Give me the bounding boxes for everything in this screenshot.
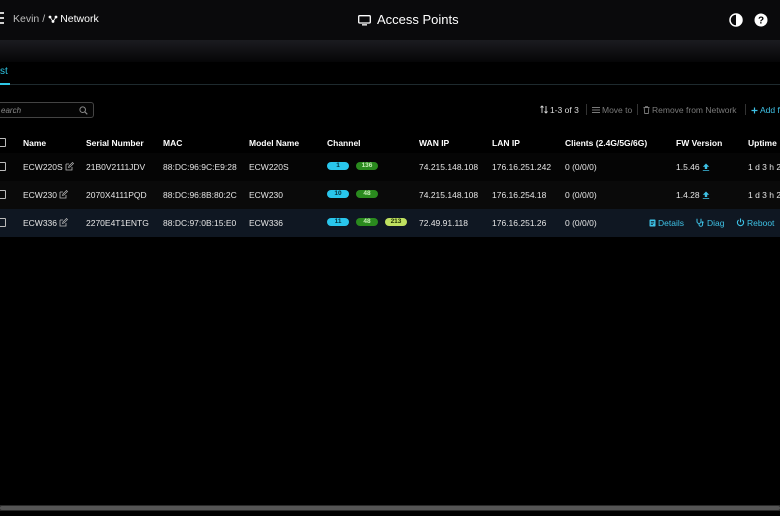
clients-count: 0 (0/0/0) bbox=[565, 218, 597, 228]
mac-address: 88:DC:96:8B:80:2C bbox=[163, 190, 237, 200]
top-bar: Kevin / Network Access Points ? bbox=[0, 0, 780, 40]
remove-from-network-button[interactable]: Remove from Network bbox=[643, 105, 737, 115]
column-header-channel[interactable]: Channel bbox=[327, 138, 361, 148]
model-name: ECW230 bbox=[249, 190, 284, 200]
channel-2g-badge: 11 bbox=[327, 218, 349, 226]
network-icon bbox=[48, 15, 58, 23]
serial-number: 21B0V2111JDV bbox=[86, 162, 146, 172]
breadcrumb-site[interactable]: Kevin bbox=[13, 13, 39, 25]
row-checkbox[interactable] bbox=[0, 162, 6, 171]
list-icon bbox=[592, 107, 600, 113]
plus-icon bbox=[751, 107, 758, 114]
uptime: 1 d 3 h 2 bbox=[748, 190, 780, 200]
column-header-wan-ip[interactable]: WAN IP bbox=[419, 138, 449, 148]
svg-text:?: ? bbox=[758, 16, 764, 27]
model-name: ECW220S bbox=[249, 162, 289, 172]
reboot-label: Reboot bbox=[747, 218, 775, 228]
select-all-checkbox[interactable] bbox=[0, 138, 6, 147]
edit-icon[interactable] bbox=[59, 190, 69, 200]
device-name: ECW336 bbox=[23, 218, 69, 228]
upgrade-icon[interactable] bbox=[702, 162, 710, 172]
sort-count[interactable]: 1-3 of 3 bbox=[540, 105, 579, 115]
wan-ip: 74.215.148.108 bbox=[419, 162, 479, 172]
details-icon bbox=[649, 219, 656, 227]
help-icon[interactable]: ? bbox=[754, 13, 768, 27]
lan-ip: 176.16.254.18 bbox=[492, 190, 547, 200]
column-header-uptime[interactable]: Uptime bbox=[748, 138, 777, 148]
uptime: 1 d 3 h 2 bbox=[748, 162, 780, 172]
serial-number: 2070X4111PQD bbox=[86, 190, 147, 200]
channel-5g-badge: 136 bbox=[356, 162, 378, 170]
reboot-button[interactable]: Reboot bbox=[736, 218, 774, 228]
channel-2g-badge: 1 bbox=[327, 162, 349, 170]
column-header-lan-ip[interactable]: LAN IP bbox=[492, 138, 520, 148]
page-title: Access Points bbox=[358, 12, 459, 27]
device-name: ECW220S bbox=[23, 162, 75, 172]
search-icon bbox=[79, 106, 88, 115]
channel-6g-badge: 213 bbox=[385, 218, 407, 226]
sort-icon bbox=[540, 105, 548, 114]
table-row[interactable]: ECW336 2270E4T1ENTG 88:DC:97:0B:15:E0 EC… bbox=[0, 209, 780, 237]
clients-count: 0 (0/0/0) bbox=[565, 190, 597, 200]
channel-5g-badge: 48 bbox=[356, 190, 378, 198]
edit-icon[interactable] bbox=[59, 218, 69, 228]
fw-version: 1.4.28 bbox=[676, 190, 710, 200]
breadcrumb-separator: / bbox=[42, 13, 46, 25]
trash-icon bbox=[643, 106, 650, 114]
remove-label: Remove from Network bbox=[652, 105, 737, 115]
mac-address: 88:DC:97:0B:15:E0 bbox=[163, 218, 237, 228]
device-name: ECW230 bbox=[23, 190, 69, 200]
mac-address: 88:DC:96:9C:E9:28 bbox=[163, 162, 237, 172]
channel-5g-badge: 48 bbox=[356, 218, 378, 226]
row-checkbox[interactable] bbox=[0, 218, 6, 227]
horizontal-scrollbar[interactable] bbox=[0, 505, 780, 511]
column-header-model[interactable]: Model Name bbox=[249, 138, 299, 148]
tab-divider bbox=[0, 83, 780, 85]
upgrade-icon[interactable] bbox=[702, 190, 710, 200]
breadcrumb: Kevin / Network bbox=[13, 13, 99, 25]
toolbar-divider bbox=[637, 104, 638, 115]
lan-ip: 176.16.251.242 bbox=[492, 162, 552, 172]
column-header-serial[interactable]: Serial Number bbox=[86, 138, 144, 148]
breadcrumb-network[interactable]: Network bbox=[60, 13, 99, 25]
menu-icon[interactable] bbox=[0, 12, 4, 24]
toolbar-divider bbox=[745, 104, 746, 115]
table-row[interactable]: ECW220S 21B0V2111JDV 88:DC:96:9C:E9:28 E… bbox=[0, 153, 780, 181]
edit-icon[interactable] bbox=[65, 162, 75, 172]
stethoscope-icon bbox=[696, 218, 704, 227]
table-row[interactable]: ECW230 2070X4111PQD 88:DC:96:8B:80:2C EC… bbox=[0, 181, 780, 209]
wan-ip: 72.49.91.118 bbox=[419, 218, 468, 228]
search-placeholder: earch bbox=[1, 106, 22, 115]
add-label: Add f bbox=[760, 105, 780, 115]
search-input[interactable]: earch bbox=[0, 102, 94, 118]
lan-ip: 176.16.251.26 bbox=[492, 218, 547, 228]
channel-2g-badge: 10 bbox=[327, 190, 349, 198]
diag-label: Diag bbox=[707, 218, 725, 228]
move-to-label: Move to bbox=[602, 105, 633, 115]
details-label: Details bbox=[658, 218, 684, 228]
add-button[interactable]: Add f bbox=[751, 105, 780, 115]
wan-ip: 74.215.148.108 bbox=[419, 190, 479, 200]
monitor-icon bbox=[358, 15, 371, 26]
column-header-name[interactable]: Name bbox=[23, 138, 46, 148]
tab-list[interactable]: st bbox=[0, 66, 8, 77]
toolbar-divider bbox=[586, 104, 587, 115]
fw-version: 1.5.46 bbox=[676, 162, 710, 172]
page-title-text: Access Points bbox=[377, 12, 459, 27]
record-count: 1-3 of 3 bbox=[550, 105, 579, 115]
diag-button[interactable]: Diag bbox=[696, 218, 724, 228]
column-header-clients[interactable]: Clients (2.4G/5G/6G) bbox=[565, 138, 647, 148]
row-checkbox[interactable] bbox=[0, 190, 6, 199]
model-name: ECW336 bbox=[249, 218, 284, 228]
power-icon bbox=[736, 218, 745, 227]
clients-count: 0 (0/0/0) bbox=[565, 162, 597, 172]
serial-number: 2270E4T1ENTG bbox=[86, 218, 149, 228]
details-button[interactable]: Details bbox=[649, 218, 684, 228]
contrast-icon[interactable] bbox=[729, 13, 743, 27]
move-to-button[interactable]: Move to bbox=[592, 105, 632, 115]
column-header-mac[interactable]: MAC bbox=[163, 138, 182, 148]
column-header-fw-version[interactable]: FW Version bbox=[676, 138, 722, 148]
header-band bbox=[0, 40, 780, 62]
